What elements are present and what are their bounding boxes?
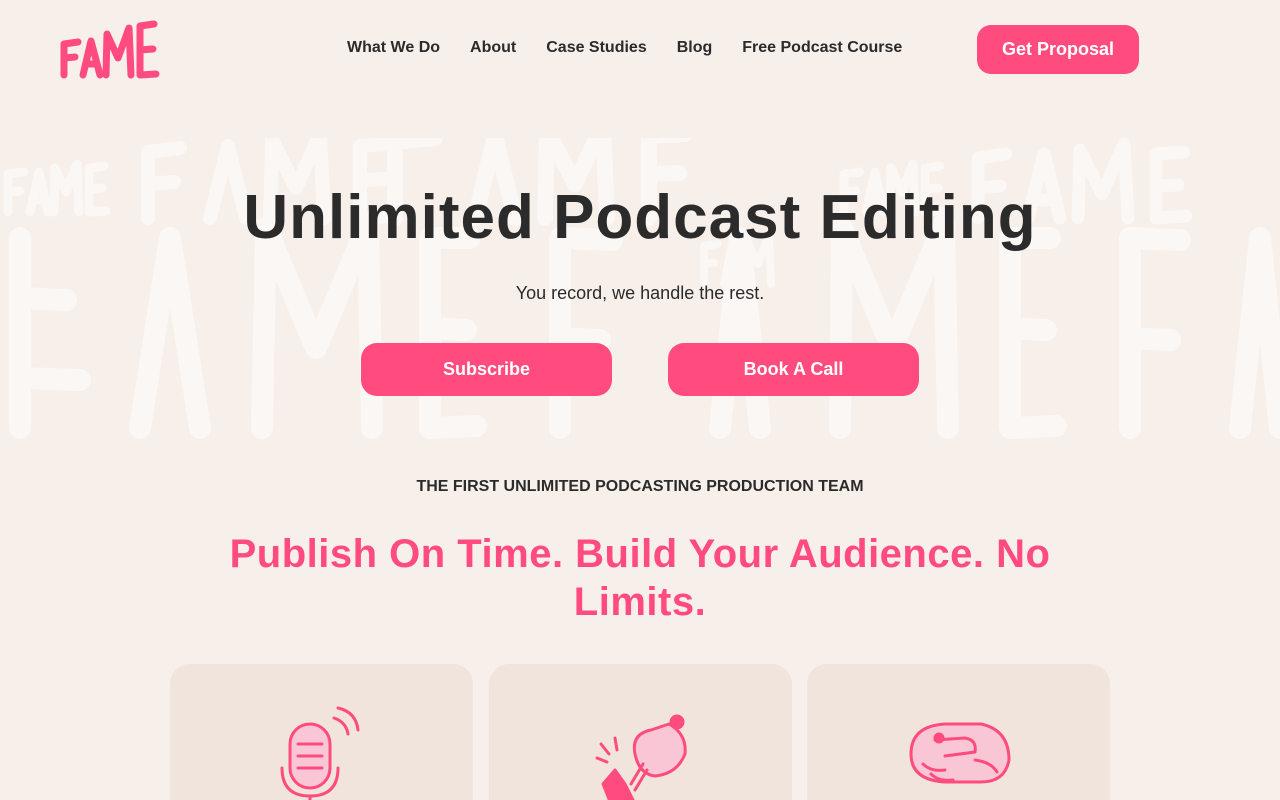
feature-card — [807, 664, 1110, 800]
site-header: What We Do About Case Studies Blog Free … — [0, 0, 1280, 100]
hero-section: Unlimited Podcast Editing You record, we… — [0, 138, 1280, 448]
feature-card — [489, 664, 792, 800]
microphone-icon — [280, 706, 360, 800]
nav-free-podcast-course[interactable]: Free Podcast Course — [727, 38, 917, 60]
handshake-icon — [909, 722, 1011, 784]
section-eyebrow: THE FIRST UNLIMITED PODCASTING PRODUCTIO… — [416, 478, 864, 495]
get-proposal-button[interactable]: Get Proposal — [977, 25, 1139, 74]
subscribe-button[interactable]: Subscribe — [361, 343, 612, 396]
fame-logo[interactable] — [58, 18, 162, 82]
fame-logo-icon — [60, 20, 160, 79]
nav-blog[interactable]: Blog — [662, 38, 728, 60]
feature-cards — [170, 664, 1110, 800]
main-nav: What We Do About Case Studies Blog Free … — [332, 38, 917, 60]
nav-what-we-do[interactable]: What We Do — [332, 38, 455, 60]
feature-card — [170, 664, 473, 800]
section-headline: Publish On Time. Build Your Audience. No… — [229, 532, 1051, 624]
nav-about[interactable]: About — [455, 38, 531, 60]
hero-subtitle: You record, we handle the rest. — [515, 283, 765, 303]
hero-title: Unlimited Podcast Editing — [243, 183, 1037, 252]
book-a-call-button[interactable]: Book A Call — [668, 343, 919, 396]
ice-cream-hand-icon — [595, 714, 687, 800]
nav-case-studies[interactable]: Case Studies — [531, 38, 661, 60]
